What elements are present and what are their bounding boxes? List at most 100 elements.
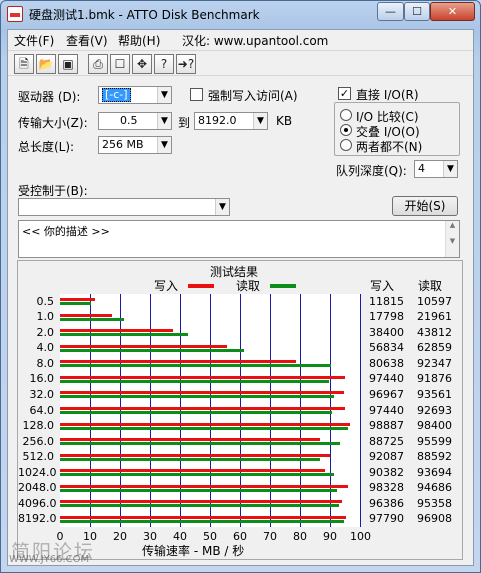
x-axis-title: 传输速率 - MB / 秒 (142, 544, 245, 558)
toolbar: 🗎 📂 ▣ ⎙ ☐ ✥ ? ➜? (8, 50, 473, 76)
controlled-by-label: 受控制于(B): (18, 184, 88, 198)
direct-io-checkbox[interactable]: ✓ (338, 87, 351, 100)
chevron-down-icon: ▼ (157, 113, 171, 129)
x-tick-label: 40 (173, 530, 187, 543)
queue-depth-select[interactable]: 4 ▼ (414, 160, 458, 178)
write-bar (60, 344, 227, 348)
description-text: << 你的描述 >> (22, 225, 110, 238)
column-read-header: 读取 (418, 279, 443, 293)
write-bar (60, 375, 346, 379)
write-value: 97790 (369, 512, 404, 526)
y-tick-label: 2048.0 (18, 481, 57, 495)
read-value: 98400 (417, 419, 452, 433)
description-textarea[interactable]: << 你的描述 >> ▲ ▼ (18, 220, 460, 258)
start-button[interactable]: 开始(S) (392, 196, 458, 216)
column-write-header: 写入 (370, 279, 395, 293)
read-value: 62859 (417, 341, 452, 355)
overlapped-io-radio[interactable] (340, 124, 352, 136)
save-icon[interactable]: ▣ (58, 54, 78, 74)
read-value: 21961 (417, 310, 452, 324)
read-bar (60, 504, 340, 508)
io-compare-radio[interactable] (340, 109, 352, 121)
y-tick-label: 128.0 (22, 419, 55, 433)
y-tick-label: 64.0 (29, 403, 55, 417)
read-bar (60, 473, 335, 477)
y-tick-label: 8192.0 (18, 512, 57, 526)
x-tick-label: 70 (263, 530, 277, 543)
y-tick-label: 1.0 (36, 310, 55, 324)
chevron-down-icon: ▼ (253, 113, 267, 129)
transfer-to-value: 8192.0 (198, 114, 237, 127)
write-bar (60, 469, 325, 473)
legend-read-label: 读取 (236, 279, 261, 293)
force-write-checkbox[interactable] (190, 88, 203, 101)
write-bar (60, 407, 346, 410)
minimize-button[interactable]: — (377, 2, 404, 21)
transfer-size-from-select[interactable]: 0.5 ▼ (98, 112, 172, 130)
menu-localized[interactable]: 汉化: www.upantool.com (182, 32, 328, 49)
write-value: 56834 (369, 341, 404, 355)
close-button[interactable]: ✕ (430, 2, 475, 21)
legend-write-swatch (188, 284, 214, 288)
new-file-icon[interactable]: 🗎 (14, 54, 34, 74)
drive-value: [-c-] (102, 88, 131, 102)
read-bar (60, 317, 125, 321)
read-bar (60, 426, 349, 430)
open-folder-icon[interactable]: 📂 (36, 54, 56, 74)
kb-unit: KB (276, 114, 293, 128)
write-value: 97440 (369, 372, 404, 386)
write-bar (60, 453, 330, 457)
print-preview-icon[interactable]: ☐ (110, 54, 130, 74)
read-bar (60, 395, 335, 399)
drive-select[interactable]: [-c-] ▼ (98, 86, 172, 104)
queue-depth-label: 队列深度(Q): (336, 164, 407, 178)
read-bar (60, 333, 189, 337)
y-tick-label: 4.0 (36, 341, 55, 355)
transfer-from-value: 0.5 (120, 114, 138, 127)
move-icon[interactable]: ✥ (132, 54, 152, 74)
write-value: 11815 (369, 294, 404, 308)
read-bar (60, 302, 92, 306)
neither-radio[interactable] (340, 139, 352, 151)
write-value: 97440 (369, 403, 404, 417)
help-icon[interactable]: ? (154, 54, 174, 74)
legend-write-label: 写入 (154, 279, 179, 293)
y-tick-label: 4096.0 (18, 496, 57, 510)
title-bar[interactable]: 硬盘测试1.bmk - ATTO Disk Benchmark — ☐ ✕ (1, 1, 480, 27)
controlled-by-select[interactable]: ▼ (18, 198, 230, 216)
menu-view[interactable]: 查看(V) (66, 32, 108, 49)
read-bar (60, 457, 320, 461)
write-value: 96967 (369, 387, 404, 401)
write-value: 80638 (369, 356, 404, 370)
chart-plot-area (60, 294, 361, 527)
write-bar (60, 313, 113, 317)
context-help-icon[interactable]: ➜? (176, 54, 196, 74)
y-tick-label: 32.0 (29, 387, 55, 401)
client-area: 文件(F) 查看(V) 帮助(H) 汉化: www.upantool.com 🗎… (7, 29, 474, 566)
queue-depth-value: 4 (418, 162, 425, 175)
description-scrollbar[interactable]: ▲ ▼ (445, 221, 459, 257)
y-tick-label: 512.0 (22, 450, 55, 464)
menu-help[interactable]: 帮助(H) (118, 32, 160, 49)
chevron-down-icon: ▼ (443, 161, 457, 177)
to-label: 到 (178, 116, 191, 130)
direct-io-label: 直接 I/O(R) (356, 88, 419, 102)
read-value: 95599 (417, 434, 452, 448)
write-value: 96386 (369, 496, 404, 510)
app-window: 硬盘测试1.bmk - ATTO Disk Benchmark — ☐ ✕ 文件… (0, 0, 481, 573)
total-length-select[interactable]: 256 MB ▼ (98, 136, 172, 154)
drive-label: 驱动器 (D): (18, 90, 81, 104)
maximize-button[interactable]: ☐ (404, 2, 430, 21)
read-value: 93561 (417, 387, 452, 401)
write-value: 90382 (369, 465, 404, 479)
write-bar (60, 438, 320, 442)
write-bar (60, 298, 95, 302)
force-write-label: 强制写入访问(A) (208, 89, 298, 103)
read-value: 10597 (417, 294, 452, 308)
print-icon[interactable]: ⎙ (88, 54, 108, 74)
menu-file[interactable]: 文件(F) (14, 32, 54, 49)
write-bar (60, 500, 343, 504)
transfer-size-to-select[interactable]: 8192.0 ▼ (194, 112, 268, 130)
total-length-label: 总长度(L): (18, 140, 75, 154)
x-tick-label: 60 (233, 530, 247, 543)
